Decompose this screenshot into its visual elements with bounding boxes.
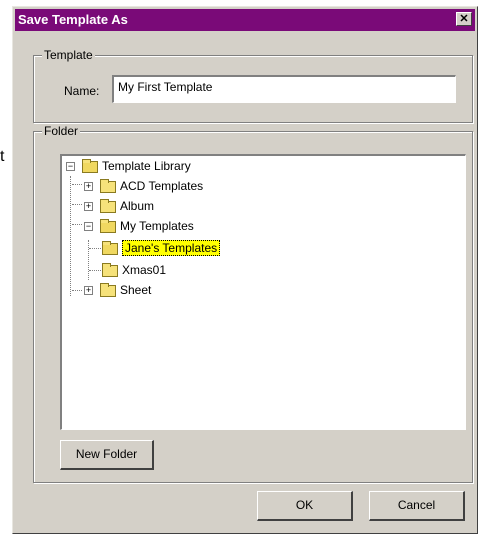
name-label: Name: <box>64 84 100 98</box>
new-folder-button[interactable]: New Folder <box>60 440 154 470</box>
tree-connector <box>72 224 82 225</box>
tree-connector <box>70 176 71 296</box>
folder-open-icon <box>100 219 116 233</box>
template-name-input[interactable]: My First Template <box>112 75 456 103</box>
tree-node-selected[interactable]: Jane's Templates <box>102 240 302 258</box>
tree-connector <box>72 204 82 205</box>
title-bar: Save Template As ✕ <box>15 9 475 31</box>
close-button[interactable]: ✕ <box>456 12 472 26</box>
ok-button[interactable]: OK <box>257 491 353 521</box>
folder-open-icon <box>82 159 98 173</box>
template-groupbox: Template Name: My First Template <box>33 48 473 123</box>
tree-connector <box>89 248 101 249</box>
folder-icon <box>100 179 116 193</box>
tree-node[interactable]: Xmas01 <box>102 262 302 280</box>
folder-group-label: Folder <box>42 124 81 138</box>
folder-icon <box>100 199 116 213</box>
tree-node[interactable]: + Sheet <box>84 282 284 300</box>
tree-node[interactable]: − My Templates <box>84 218 284 236</box>
collapse-icon[interactable]: − <box>66 162 75 171</box>
folder-tree[interactable]: − Template Library + ACD Templates + Alb… <box>60 154 466 430</box>
tree-connector <box>72 290 82 291</box>
folder-open-icon <box>102 241 118 255</box>
cancel-button[interactable]: Cancel <box>369 491 465 521</box>
background-text-fragment: t <box>0 148 5 165</box>
tree-connector <box>72 184 82 185</box>
tree-connector <box>88 240 89 280</box>
tree-node-label: ACD Templates <box>120 179 204 193</box>
tree-node-label: Album <box>120 199 155 213</box>
folder-groupbox: Folder − Template Library + ACD Template… <box>33 124 473 483</box>
tree-node-label: My Templates <box>120 219 194 233</box>
template-group-label: Template <box>42 48 95 62</box>
folder-icon <box>100 283 116 297</box>
expand-icon[interactable]: + <box>84 202 93 211</box>
tree-node[interactable]: + Album <box>84 198 284 216</box>
folder-icon <box>102 263 118 277</box>
window-title: Save Template As <box>18 12 128 27</box>
save-template-dialog: Save Template As ✕ Template Name: My Fir… <box>12 6 478 534</box>
expand-icon[interactable]: + <box>84 182 93 191</box>
tree-connector <box>89 270 101 271</box>
tree-node-label: Jane's Templates <box>122 240 221 256</box>
tree-node-label: Template Library <box>102 159 191 173</box>
tree-node-label: Sheet <box>120 283 152 297</box>
close-icon: ✕ <box>459 13 469 25</box>
tree-node-label: Xmas01 <box>122 263 167 277</box>
expand-icon[interactable]: + <box>84 286 93 295</box>
tree-node[interactable]: + ACD Templates <box>84 178 284 196</box>
collapse-icon[interactable]: − <box>84 222 93 231</box>
tree-node[interactable]: − Template Library <box>66 158 266 176</box>
